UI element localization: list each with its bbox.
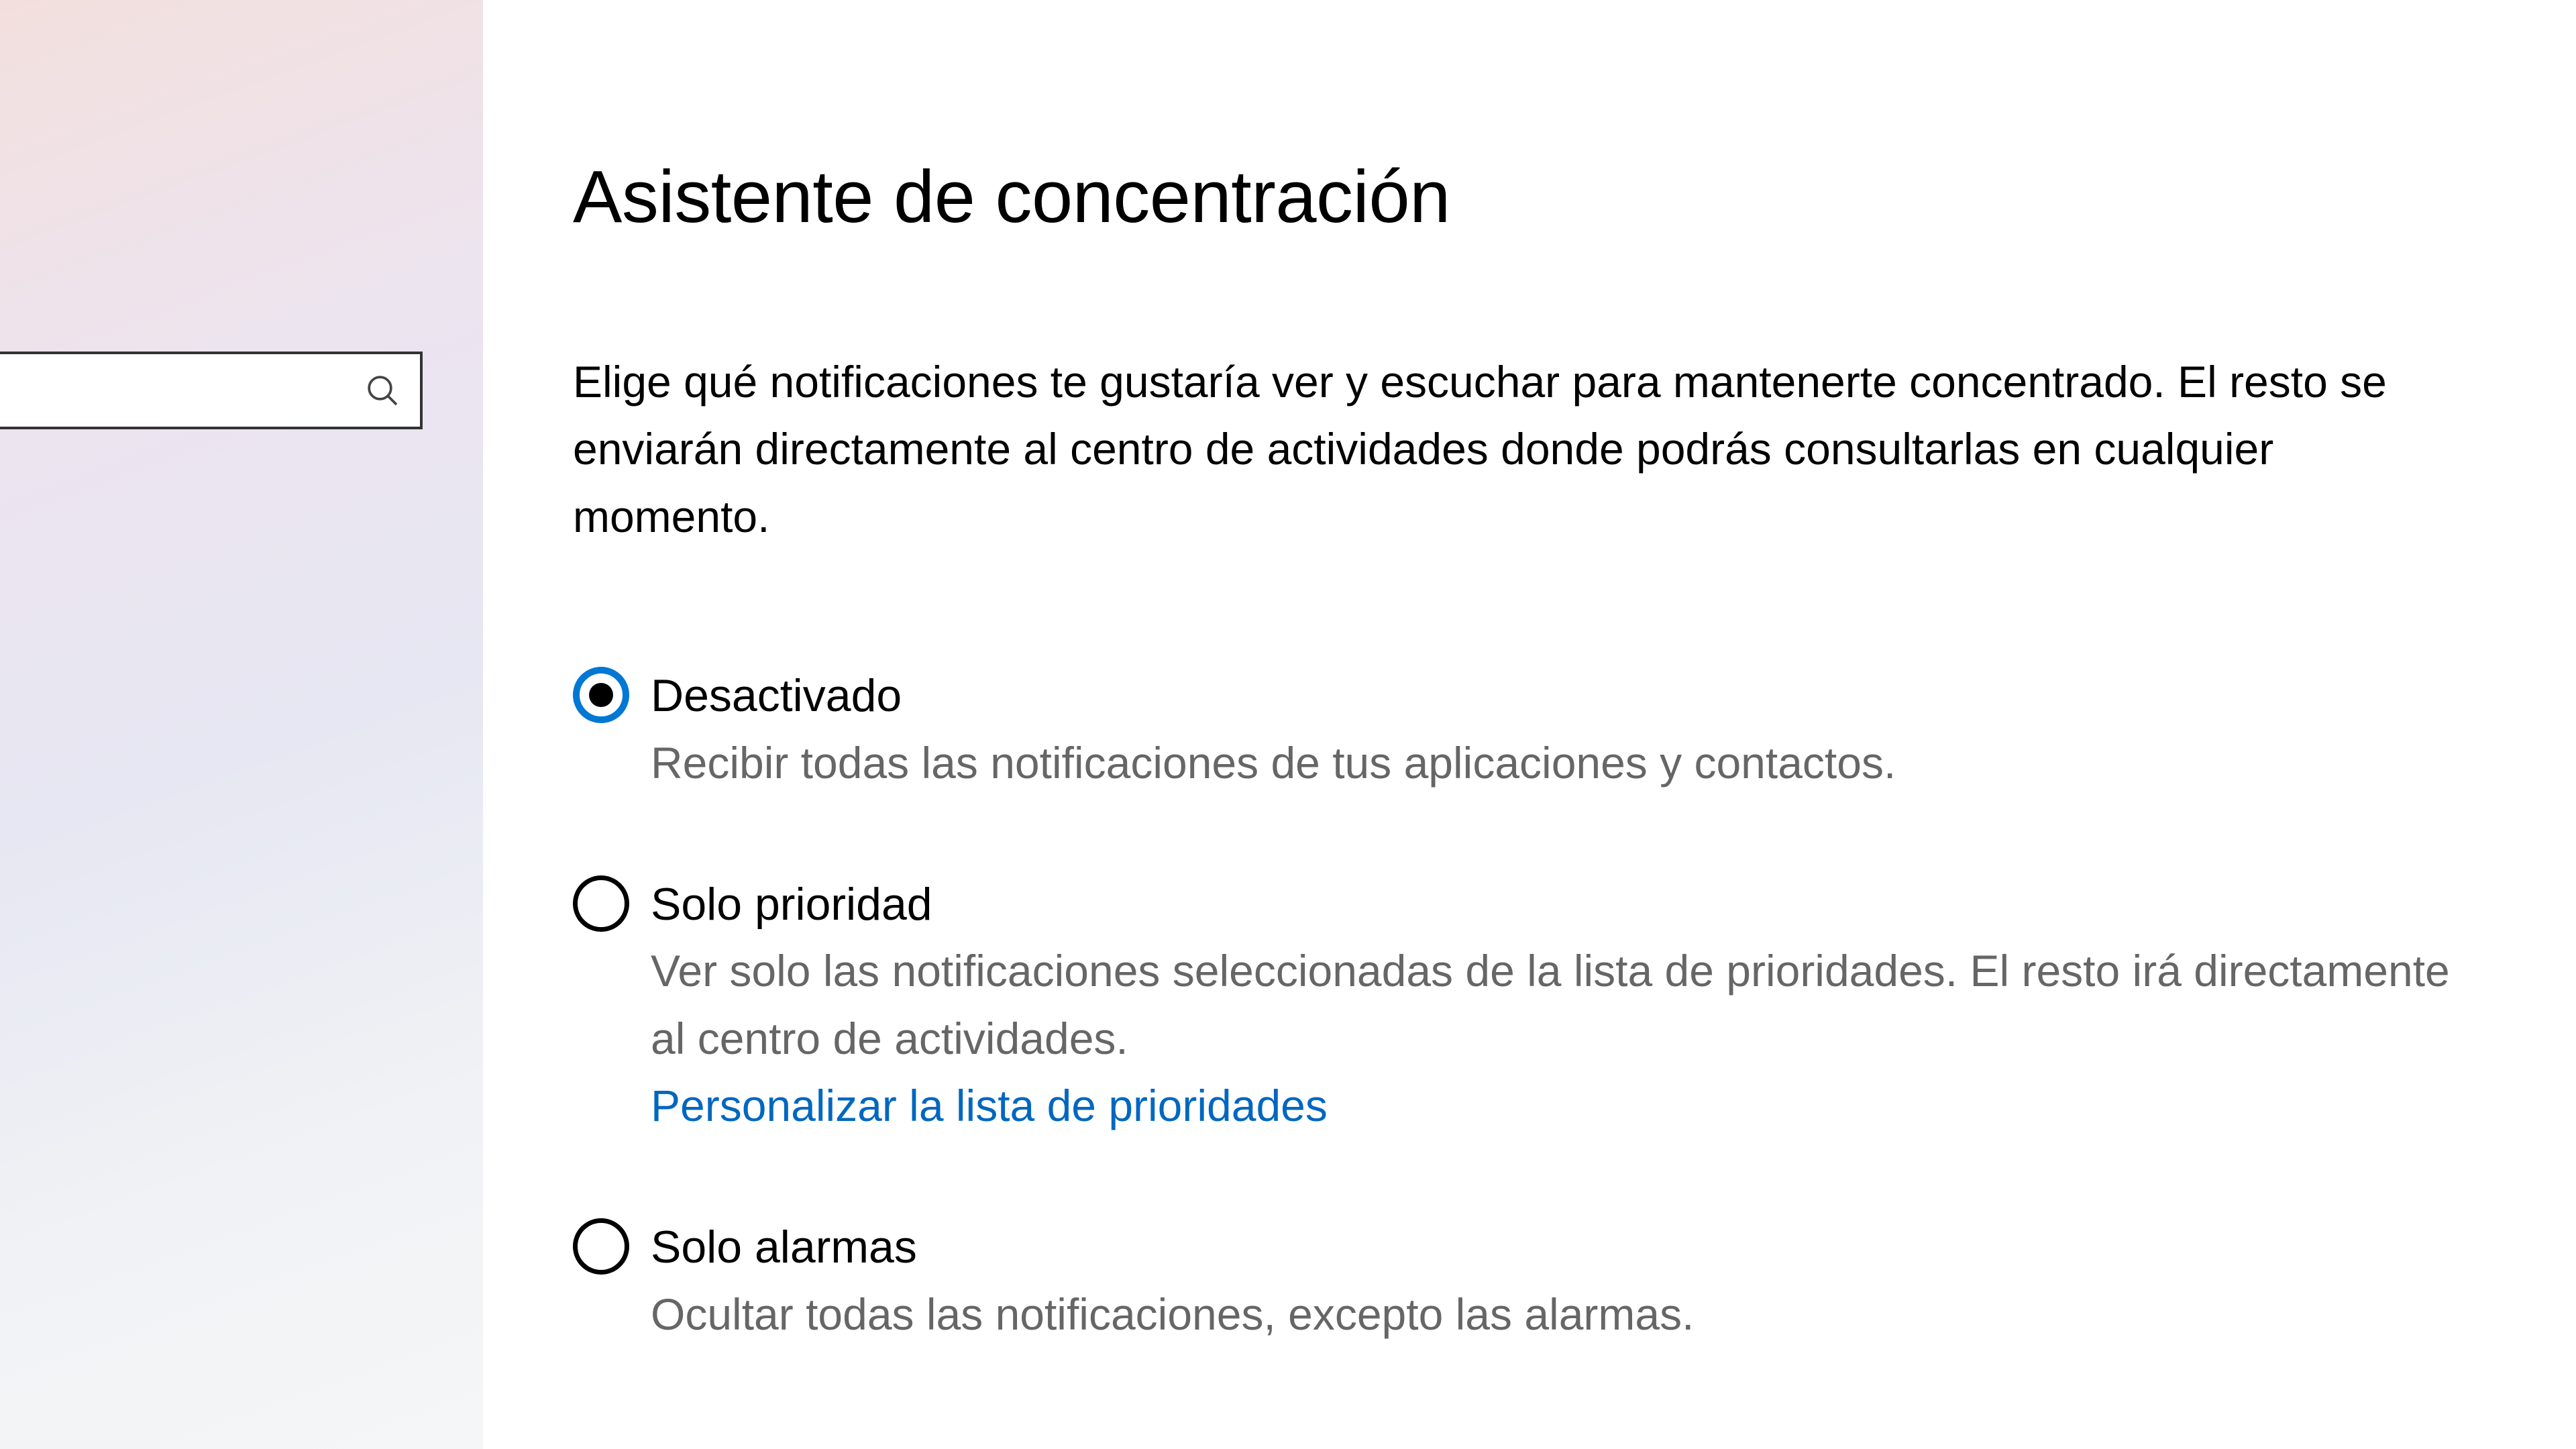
option-text: Desactivado Recibir todas las notificaci… (651, 663, 1896, 796)
radio-alarms[interactable] (573, 1218, 629, 1275)
customize-priority-link[interactable]: Personalizar la lista de prioridades (651, 1072, 2455, 1139)
option-alarms[interactable]: Solo alarmas Ocultar todas las notificac… (573, 1214, 2455, 1348)
settings-window: ones tración nsión Asistente de concentr… (0, 0, 2576, 1449)
search-icon (364, 372, 401, 409)
option-text: Solo alarmas Ocultar todas las notificac… (651, 1214, 1694, 1348)
radio-off[interactable] (573, 667, 629, 723)
page-title: Asistente de concentración (573, 154, 2455, 239)
option-text: Solo prioridad Ver solo las notificacion… (651, 871, 2455, 1140)
search-input[interactable] (0, 366, 364, 415)
option-alarms-desc: Ocultar todas las notificaciones, except… (651, 1281, 1694, 1348)
search-box[interactable] (0, 352, 423, 429)
option-off[interactable]: Desactivado Recibir todas las notificaci… (573, 663, 2455, 796)
radio-priority[interactable] (573, 875, 629, 932)
option-priority[interactable]: Solo prioridad Ver solo las notificacion… (573, 871, 2455, 1140)
option-off-desc: Recibir todas las notificaciones de tus … (651, 729, 1896, 796)
main-content: Asistente de concentración Elige qué not… (483, 0, 2576, 1449)
radio-wrap (573, 663, 629, 723)
radio-wrap (573, 1214, 629, 1275)
page-description: Elige qué notificaciones te gustaría ver… (573, 348, 2455, 550)
radio-wrap (573, 871, 629, 932)
option-alarms-label: Solo alarmas (651, 1214, 1694, 1281)
option-off-label: Desactivado (651, 663, 1896, 729)
sidebar: ones tración nsión (0, 0, 483, 1449)
option-priority-desc: Ver solo las notificaciones seleccionada… (651, 937, 2455, 1072)
focus-options: Desactivado Recibir todas las notificaci… (573, 663, 2455, 1348)
option-priority-label: Solo prioridad (651, 871, 2455, 938)
